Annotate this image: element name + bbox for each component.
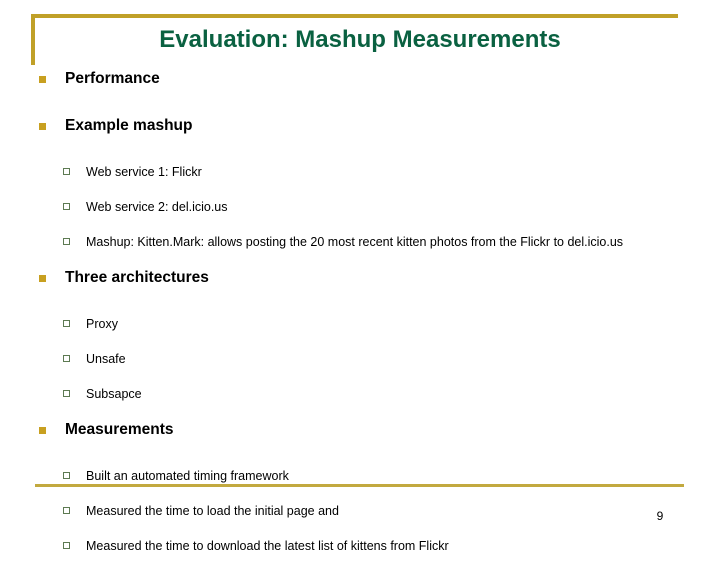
bullet-text: Measurements	[65, 421, 174, 438]
bullet-item-level2: Measured the time to download the latest…	[0, 534, 720, 569]
square-bullet-icon	[39, 123, 46, 130]
bullet-item-level1: Measurements	[0, 417, 720, 464]
bullet-item-level1: Three architectures	[0, 265, 720, 312]
title-top-rule	[31, 14, 678, 18]
bullet-text: Measured the time to load the initial pa…	[86, 504, 339, 518]
bullet-item-level2: Built an automated timing framework	[0, 464, 720, 499]
bullet-text: Measured the time to download the latest…	[86, 539, 449, 553]
bullet-list: Performance Example mashup Web service 1…	[0, 66, 720, 569]
hollow-square-bullet-icon	[63, 168, 70, 175]
footer-rule	[35, 484, 684, 487]
hollow-square-bullet-icon	[63, 203, 70, 210]
hollow-square-bullet-icon	[63, 355, 70, 362]
bullet-text: Built an automated timing framework	[86, 469, 289, 483]
bullet-text: Unsafe	[86, 352, 126, 366]
bullet-text: Three architectures	[65, 269, 209, 286]
bullet-item-level2: Web service 1: Flickr	[0, 160, 720, 195]
page-number: 9	[656, 509, 664, 523]
hollow-square-bullet-icon	[63, 238, 70, 245]
bullet-text: Subsapce	[86, 387, 142, 401]
bullet-item-level2: Web service 2: del.icio.us	[0, 195, 720, 230]
bullet-text: Proxy	[86, 317, 118, 331]
bullet-item-level2: Mashup: Kitten.Mark: allows posting the …	[0, 230, 720, 265]
bullet-item-level2: Unsafe	[0, 347, 720, 382]
hollow-square-bullet-icon	[63, 320, 70, 327]
bullet-text: Web service 1: Flickr	[86, 165, 202, 179]
bullet-text: Web service 2: del.icio.us	[86, 200, 228, 214]
square-bullet-icon	[39, 427, 46, 434]
bullet-item-level1: Example mashup	[0, 113, 720, 160]
square-bullet-icon	[39, 275, 46, 282]
hollow-square-bullet-icon	[63, 390, 70, 397]
slide: Evaluation: Mashup Measurements Performa…	[0, 0, 720, 553]
bullet-text: Mashup: Kitten.Mark: allows posting the …	[86, 235, 624, 249]
bullet-item-level2: Measured the time to load the initial pa…	[0, 499, 720, 534]
square-bullet-icon	[39, 76, 46, 83]
bullet-item-level1: Performance	[0, 66, 720, 113]
bullet-text: Example mashup	[65, 117, 193, 134]
hollow-square-bullet-icon	[63, 507, 70, 514]
hollow-square-bullet-icon	[63, 542, 70, 549]
bullet-item-level2: Proxy	[0, 312, 720, 347]
slide-title: Evaluation: Mashup Measurements	[159, 26, 561, 53]
hollow-square-bullet-icon	[63, 472, 70, 479]
bullet-text: Performance	[65, 70, 160, 87]
bullet-item-level2: Subsapce	[0, 382, 720, 417]
